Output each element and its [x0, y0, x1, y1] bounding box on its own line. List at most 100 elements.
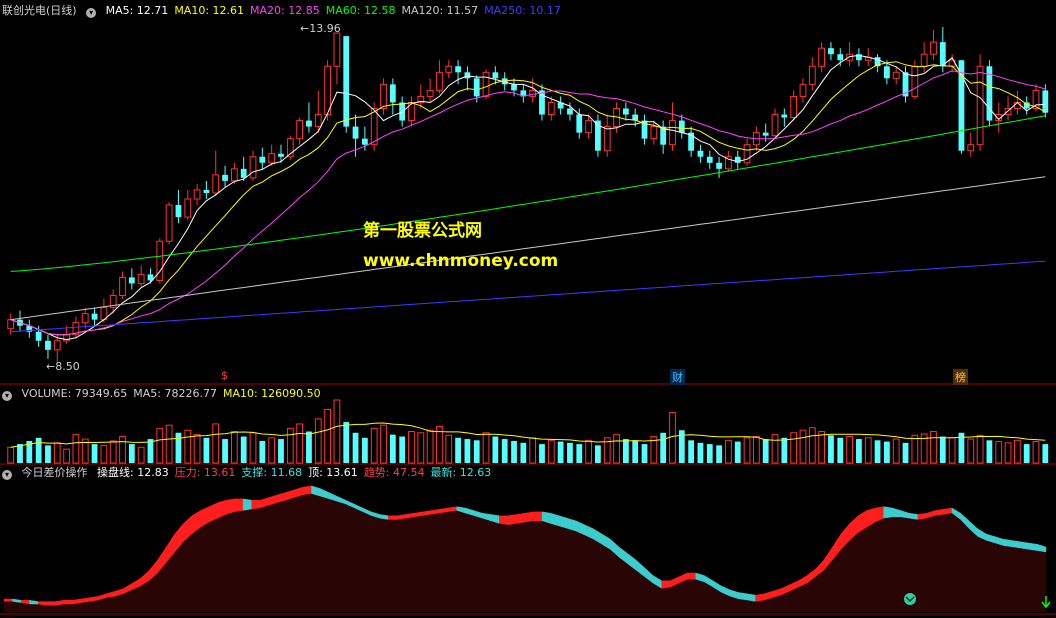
candle-body-up	[333, 32, 341, 67]
volume-bar-down	[511, 440, 517, 463]
indicator-panel-header: ▾ 今日差价操作 操盘线: 12.83 压力: 13.61 支撑: 11.68 顶: …	[2, 466, 503, 480]
watermark-title: 第一股票公式网	[363, 221, 482, 241]
volume-bar-down	[762, 439, 769, 463]
candle-body-up	[81, 313, 89, 324]
candle-body-down	[716, 162, 722, 169]
indicator-band-segment	[516, 512, 526, 524]
candle-body-down	[389, 84, 396, 103]
volume-legend-item-0: VOLUME: 79349.65	[21, 387, 128, 400]
candle-body-up	[324, 65, 331, 116]
candle-body-down	[222, 174, 228, 181]
volume-bar-down	[697, 442, 704, 463]
ma-legend-item-5: MA250: 10.17	[484, 4, 561, 17]
volume-bar-up	[137, 446, 145, 464]
volume-legend-item-2: MA10: 126090.50	[222, 387, 321, 400]
candle-body-up	[249, 156, 257, 179]
event-marker-finance[interactable]: 财	[670, 369, 685, 385]
volume-bar-down	[492, 436, 499, 463]
candle-body-up	[482, 71, 490, 97]
volume-bar-down	[128, 444, 135, 463]
volume-menu-icon[interactable]: ▾	[2, 391, 12, 401]
candle-body-up	[818, 47, 826, 67]
volume-bar-up	[930, 431, 937, 464]
candle-body-down	[622, 108, 629, 115]
volume-bar-down	[455, 437, 461, 463]
candle-body-up	[380, 83, 387, 110]
indicator-band-segment	[1020, 541, 1030, 550]
candle-body-up	[930, 41, 937, 55]
volume-bar-up	[324, 408, 331, 464]
indicator-band-segment	[242, 498, 252, 511]
candle-body-down	[781, 114, 788, 118]
volume-bar-down	[874, 440, 881, 463]
candle-body-up	[529, 89, 537, 97]
indicator-band-segment	[507, 514, 517, 526]
volume-bar-up	[119, 436, 126, 464]
volume-bar-down	[688, 440, 695, 463]
candle-body-up	[976, 65, 984, 146]
volume-bar-up	[1004, 442, 1012, 464]
indicator-band-segment	[29, 600, 39, 605]
indicator-band-segment	[46, 601, 56, 606]
candle-body-up	[314, 114, 322, 128]
volume-bar-down	[567, 442, 573, 463]
volume-bar-down	[278, 439, 284, 463]
volume-bar-down	[1023, 444, 1030, 463]
volume-bar-down	[175, 432, 182, 463]
indicator-legend-item-2: 支撑: 11.68	[241, 466, 303, 479]
candle-body-up	[119, 276, 126, 297]
candle-body-up	[370, 108, 378, 146]
ma120-line	[10, 176, 1046, 321]
candle-body-down	[45, 340, 51, 350]
candle-body-up	[230, 168, 238, 182]
panel-menu-icon[interactable]: ▾	[86, 8, 97, 18]
indicator-name: 今日差价操作	[21, 466, 88, 479]
event-marker-ranking[interactable]: 榜	[953, 369, 968, 385]
volume-bar-down	[660, 432, 667, 463]
candle-body-down	[939, 42, 946, 67]
volume-bar-up	[156, 427, 164, 464]
indicator-band-segment	[661, 580, 671, 589]
indicator-menu-icon[interactable]: ▾	[2, 470, 12, 480]
indicator-band-segment	[883, 506, 893, 519]
volume-bar-up	[976, 434, 984, 464]
candle-body-down	[278, 153, 284, 157]
indicator-legend-item-3: 顶: 13.61	[308, 466, 358, 479]
indicator-band-segment	[687, 572, 697, 580]
stock-name: 联创光电	[2, 4, 46, 17]
volume-bar-up	[1013, 439, 1021, 464]
volume-bar-down	[35, 437, 42, 463]
volume-bar-down	[501, 439, 508, 463]
ma250-line	[10, 260, 1046, 333]
ma-legend-item-4: MA120: 11.57	[401, 4, 479, 17]
volume-bar-down	[45, 445, 51, 463]
volume-bar-up	[771, 434, 779, 464]
volume-bar-down	[939, 436, 946, 463]
volume-bar-down	[716, 445, 722, 463]
indicator-legend-item-4: 趋势: 47.54	[363, 466, 425, 479]
event-marker-dividend[interactable]: $	[219, 369, 230, 382]
signal-down-icon	[904, 593, 916, 605]
candle-body-up	[445, 65, 453, 73]
volume-bar-up	[669, 412, 676, 464]
indicator-band-segment	[746, 593, 756, 602]
volume-bar-up	[380, 424, 387, 464]
volume-bar-down	[352, 432, 359, 463]
candle-body-down	[128, 277, 135, 284]
candle-body-up	[967, 144, 975, 152]
volume-bar-up	[296, 423, 304, 464]
volume-bar-down	[641, 444, 648, 463]
volume-bar-up	[482, 432, 490, 464]
volume-bar-up	[100, 444, 108, 464]
volume-bar-down	[706, 444, 713, 463]
indicator-band-segment	[63, 600, 73, 605]
candle-body-up	[7, 319, 15, 330]
candle-body-down	[678, 120, 685, 133]
volume-bar-up	[790, 432, 798, 464]
indicator-band-segment	[234, 498, 244, 513]
candle-body-up	[846, 53, 853, 61]
indicator-band-segment	[533, 511, 543, 522]
volume-bar-down	[986, 440, 993, 463]
volume-bar-up	[417, 432, 425, 464]
volume-bar-up	[808, 427, 816, 464]
